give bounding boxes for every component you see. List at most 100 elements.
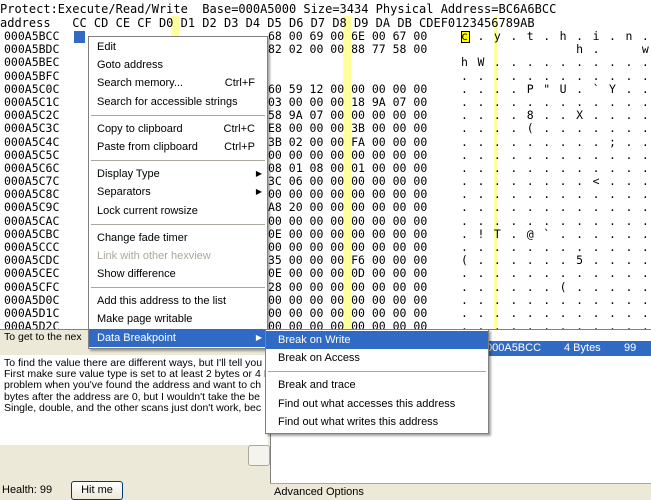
tutorial-line: problem when you've found the address an… [4,379,262,392]
hex-row-bytes: 00 00 00 00 00 00 00 00 [268,292,428,307]
hex-row-addr: 000A5BFC [4,68,60,83]
menu-make-writable[interactable]: Make page writable [89,310,267,328]
shortcut-ctrl-p: Ctrl+P [224,140,255,153]
hex-row-addr: 000A5D0C [4,292,60,307]
menu-paste-label: Paste from clipboard [97,140,198,153]
menu-lock-rowsize[interactable]: Lock current rowsize [89,202,267,220]
menu-search-memory-label: Search memory... [97,77,183,90]
hex-view-info-header: Protect:Execute/Read/Write Base=000A5000… [0,2,557,16]
hex-row-addr: 000A5CEC [4,266,60,281]
hex-row-ascii: . . . . . . . . . . . . . [461,200,651,215]
menu-show-difference-label: Show difference [97,268,176,281]
tutorial-line: Single, double, and the other scans just… [4,401,262,414]
menu-separator [91,287,265,289]
menu-break-and-trace-label: Break and trace [278,379,356,392]
hex-row-ascii: . . . . . . . . . . . . . [461,147,651,162]
shortcut-ctrl-f: Ctrl+F [224,77,255,90]
menu-search-strings-label: Search for accessible strings [97,95,238,108]
menu-show-difference[interactable]: Show difference [89,265,267,283]
hex-row-ascii: . . . . . . ( . . . . . . [461,279,651,294]
menu-paste[interactable]: Paste from clipboard Ctrl+P [89,138,267,156]
hex-row-ascii: . . . . . . . . . . . . . [461,213,651,228]
hex-context-menu: Edit Goto address Search memory... Ctrl+F… [88,36,268,349]
menu-search-memory[interactable]: Search memory... Ctrl+F [89,74,267,92]
value-cell: 99 [624,342,637,354]
menu-separators[interactable]: Separators ▶ [89,183,267,201]
data-breakpoint-submenu: Break on Write Break on Access Break and… [265,329,489,434]
menu-break-on-access[interactable]: Break on Access [266,349,488,367]
menu-find-accesses-label: Find out what accesses this address [278,397,456,410]
selected-byte-cell[interactable] [74,31,85,43]
menu-link-hexview-label: Link with other hexview [97,249,211,262]
hex-row-ascii: . . . . . . . . . . . . . [461,266,651,281]
menu-find-writes[interactable]: Find out what writes this address [266,413,488,431]
hex-row-addr: 000A5C4C [4,134,60,149]
hex-row-ascii: . . . . P " U . ` Y . . . [461,81,651,96]
menu-copy-label: Copy to clipboard [97,122,183,135]
hex-row-ascii: h W . . . . . . . . . . . [461,55,651,70]
menu-goto-address[interactable]: Goto address [89,56,267,74]
hex-row-bytes: 00 00 00 00 00 00 00 00 [268,213,428,228]
menu-break-and-trace[interactable]: Break and trace [266,376,488,394]
hex-row-addr: 000A5CFC [4,279,60,294]
submenu-arrow-icon: ▶ [255,332,262,342]
menu-add-address[interactable]: Add this address to the list [89,292,267,310]
shortcut-ctrl-c: Ctrl+C [223,122,255,135]
menu-display-type[interactable]: Display Type ▶ [89,165,267,183]
hex-row-addr: 000A5C3C [4,121,60,136]
tutorial-title: To get to the nex [4,331,82,343]
hex-row-ascii: . . . . . . . . . . . . . [461,68,651,83]
hex-row-ascii: . . . . . . . . . ; . . . [461,134,651,149]
menu-edit[interactable]: Edit [89,38,267,56]
menu-find-accesses[interactable]: Find out what accesses this address [266,395,488,413]
advanced-options-button[interactable]: Advanced Options [270,483,651,499]
menu-add-address-label: Add this address to the list [97,295,227,308]
submenu-arrow-icon: ▶ [255,187,262,197]
hex-row-bytes: 3B 02 00 00 FA 00 00 00 [268,134,428,149]
hex-row-bytes: 82 02 00 00 88 77 58 00 [268,42,428,57]
hex-row-bytes: 28 00 00 00 00 00 00 00 [268,279,428,294]
hex-row-ascii: . . . . . . . . . . . . . [461,319,651,330]
menu-break-on-write[interactable]: Break on Write [266,331,488,350]
menu-separator [268,371,486,373]
hex-column-header: address CC CD CE CF D0 D1 D2 D3 D4 D5 D6… [0,16,535,30]
submenu-arrow-icon: ▶ [255,169,262,179]
menu-make-writable-label: Make page writable [97,313,193,326]
menu-data-breakpoint[interactable]: Data Breakpoint ▶ [89,328,267,347]
hex-row-addr: 000A5C0C [4,81,60,96]
menu-separator [91,223,265,225]
menu-display-type-label: Display Type [97,168,160,181]
menu-search-strings[interactable]: Search for accessible strings [89,93,267,111]
health-label: Health: 99 [2,484,53,496]
menu-separator [91,160,265,162]
menu-goto-label: Goto address [97,59,164,72]
address-cell: 000A5BCC [486,342,542,354]
hex-row-addr: 000A5BEC [4,55,60,70]
hex-row-ascii: . . . . ( . . . . . . . . [461,121,651,136]
menu-lock-rowsize-label: Lock current rowsize [97,204,198,217]
hit-me-button[interactable]: Hit me [71,481,123,500]
menu-break-on-write-label: Break on Write [278,334,351,346]
menu-link-hexview: Link with other hexview [89,247,267,265]
hex-row-bytes: E8 00 00 00 3B 00 00 00 [268,121,428,136]
menu-edit-label: Edit [97,41,116,53]
hex-row-bytes: 00 00 00 00 00 00 00 00 [268,147,428,162]
hex-row-addr: 000A5D2C [4,319,60,330]
menu-find-writes-label: Find out what writes this address [278,415,439,428]
menu-data-breakpoint-label: Data Breakpoint [97,331,176,344]
hex-row-bytes: 0E 00 00 00 0D 00 00 00 [268,266,428,281]
hex-row-bytes: 60 59 12 00 00 00 00 00 [268,81,428,96]
tutorial-text: To find the value there are different wa… [0,355,268,445]
type-cell: 4 Bytes [564,342,601,354]
menu-fade-timer[interactable]: Change fade timer [89,229,267,247]
menu-copy[interactable]: Copy to clipboard Ctrl+C [89,120,267,138]
hex-row-addr: 000A5C5C [4,147,60,162]
menu-separator [91,114,265,116]
menu-break-on-access-label: Break on Access [278,352,360,365]
menu-fade-timer-label: Change fade timer [97,231,188,244]
next-button[interactable] [248,445,270,466]
hex-row-addr: 000A5C9C [4,200,60,215]
hex-row-ascii: . . . . . . . . . . . . . [461,292,651,307]
hex-row-bytes: A8 20 00 00 00 00 00 00 [268,200,428,215]
menu-separators-label: Separators [97,186,151,199]
